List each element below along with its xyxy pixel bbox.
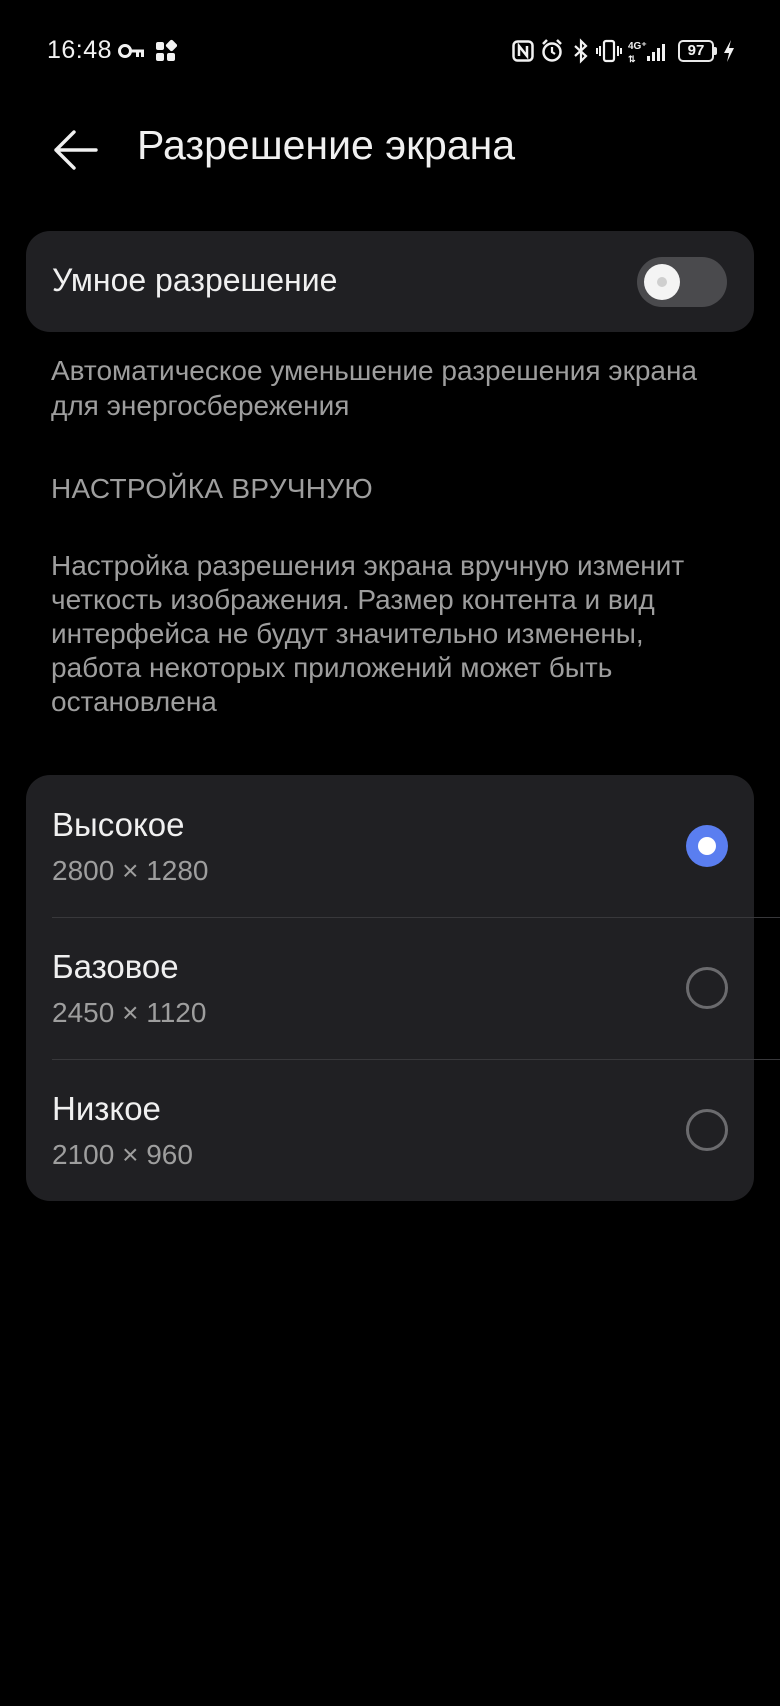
toggle-knob [644,264,680,300]
resolution-value: 2100 × 960 [52,1139,193,1170]
battery-tip [714,47,717,55]
svg-text:4G⁺: 4G⁺ [628,41,647,52]
apps-icon [155,38,177,64]
svg-text:⇅: ⇅ [628,54,636,64]
radio-button-selected[interactable] [686,825,728,867]
smart-resolution-toggle[interactable] [637,257,727,307]
resolution-option-basic[interactable]: Базовое 2450 × 1120 [26,917,754,1059]
smart-resolution-label: Умное разрешение [52,262,338,298]
alarm-icon [540,38,564,64]
battery-indicator: 97 [678,40,714,62]
smart-resolution-description: Автоматическое уменьшение разрешения экр… [51,355,697,421]
smart-resolution-card: Умное разрешение [26,231,754,332]
manual-description: Настройка разрешения экрана вручную изме… [51,550,685,717]
vibrate-icon [596,38,622,64]
resolution-title: Низкое [52,1090,161,1127]
app-bar: Разрешение экрана [0,104,780,194]
status-bar: 16:48 4G⁺ ⇅ 97 [0,0,780,104]
resolution-value: 2800 × 1280 [52,855,209,886]
arrow-left-icon [52,130,98,175]
signal-icon [646,38,670,64]
back-button[interactable] [40,118,114,180]
manual-section-title: НАСТРОЙКА ВРУЧНУЮ [51,473,373,504]
resolution-title: Базовое [52,948,179,985]
resolution-options-card: Высокое 2800 × 1280 Базовое 2450 × 1120 … [26,775,780,1201]
resolution-value: 2450 × 1120 [52,997,207,1028]
resolution-option-low[interactable]: Низкое 2100 × 960 [26,1059,754,1201]
nfc-icon [512,38,534,64]
resolution-option-high[interactable]: Высокое 2800 × 1280 [26,775,754,917]
charging-icon [722,38,736,64]
page-title: Разрешение экрана [137,122,516,168]
radio-button[interactable] [686,967,728,1009]
battery-level: 97 [687,42,705,59]
status-time: 16:48 [47,36,113,64]
key-icon [118,38,146,64]
resolution-title: Высокое [52,806,185,843]
radio-button[interactable] [686,1109,728,1151]
bluetooth-icon [572,38,590,64]
